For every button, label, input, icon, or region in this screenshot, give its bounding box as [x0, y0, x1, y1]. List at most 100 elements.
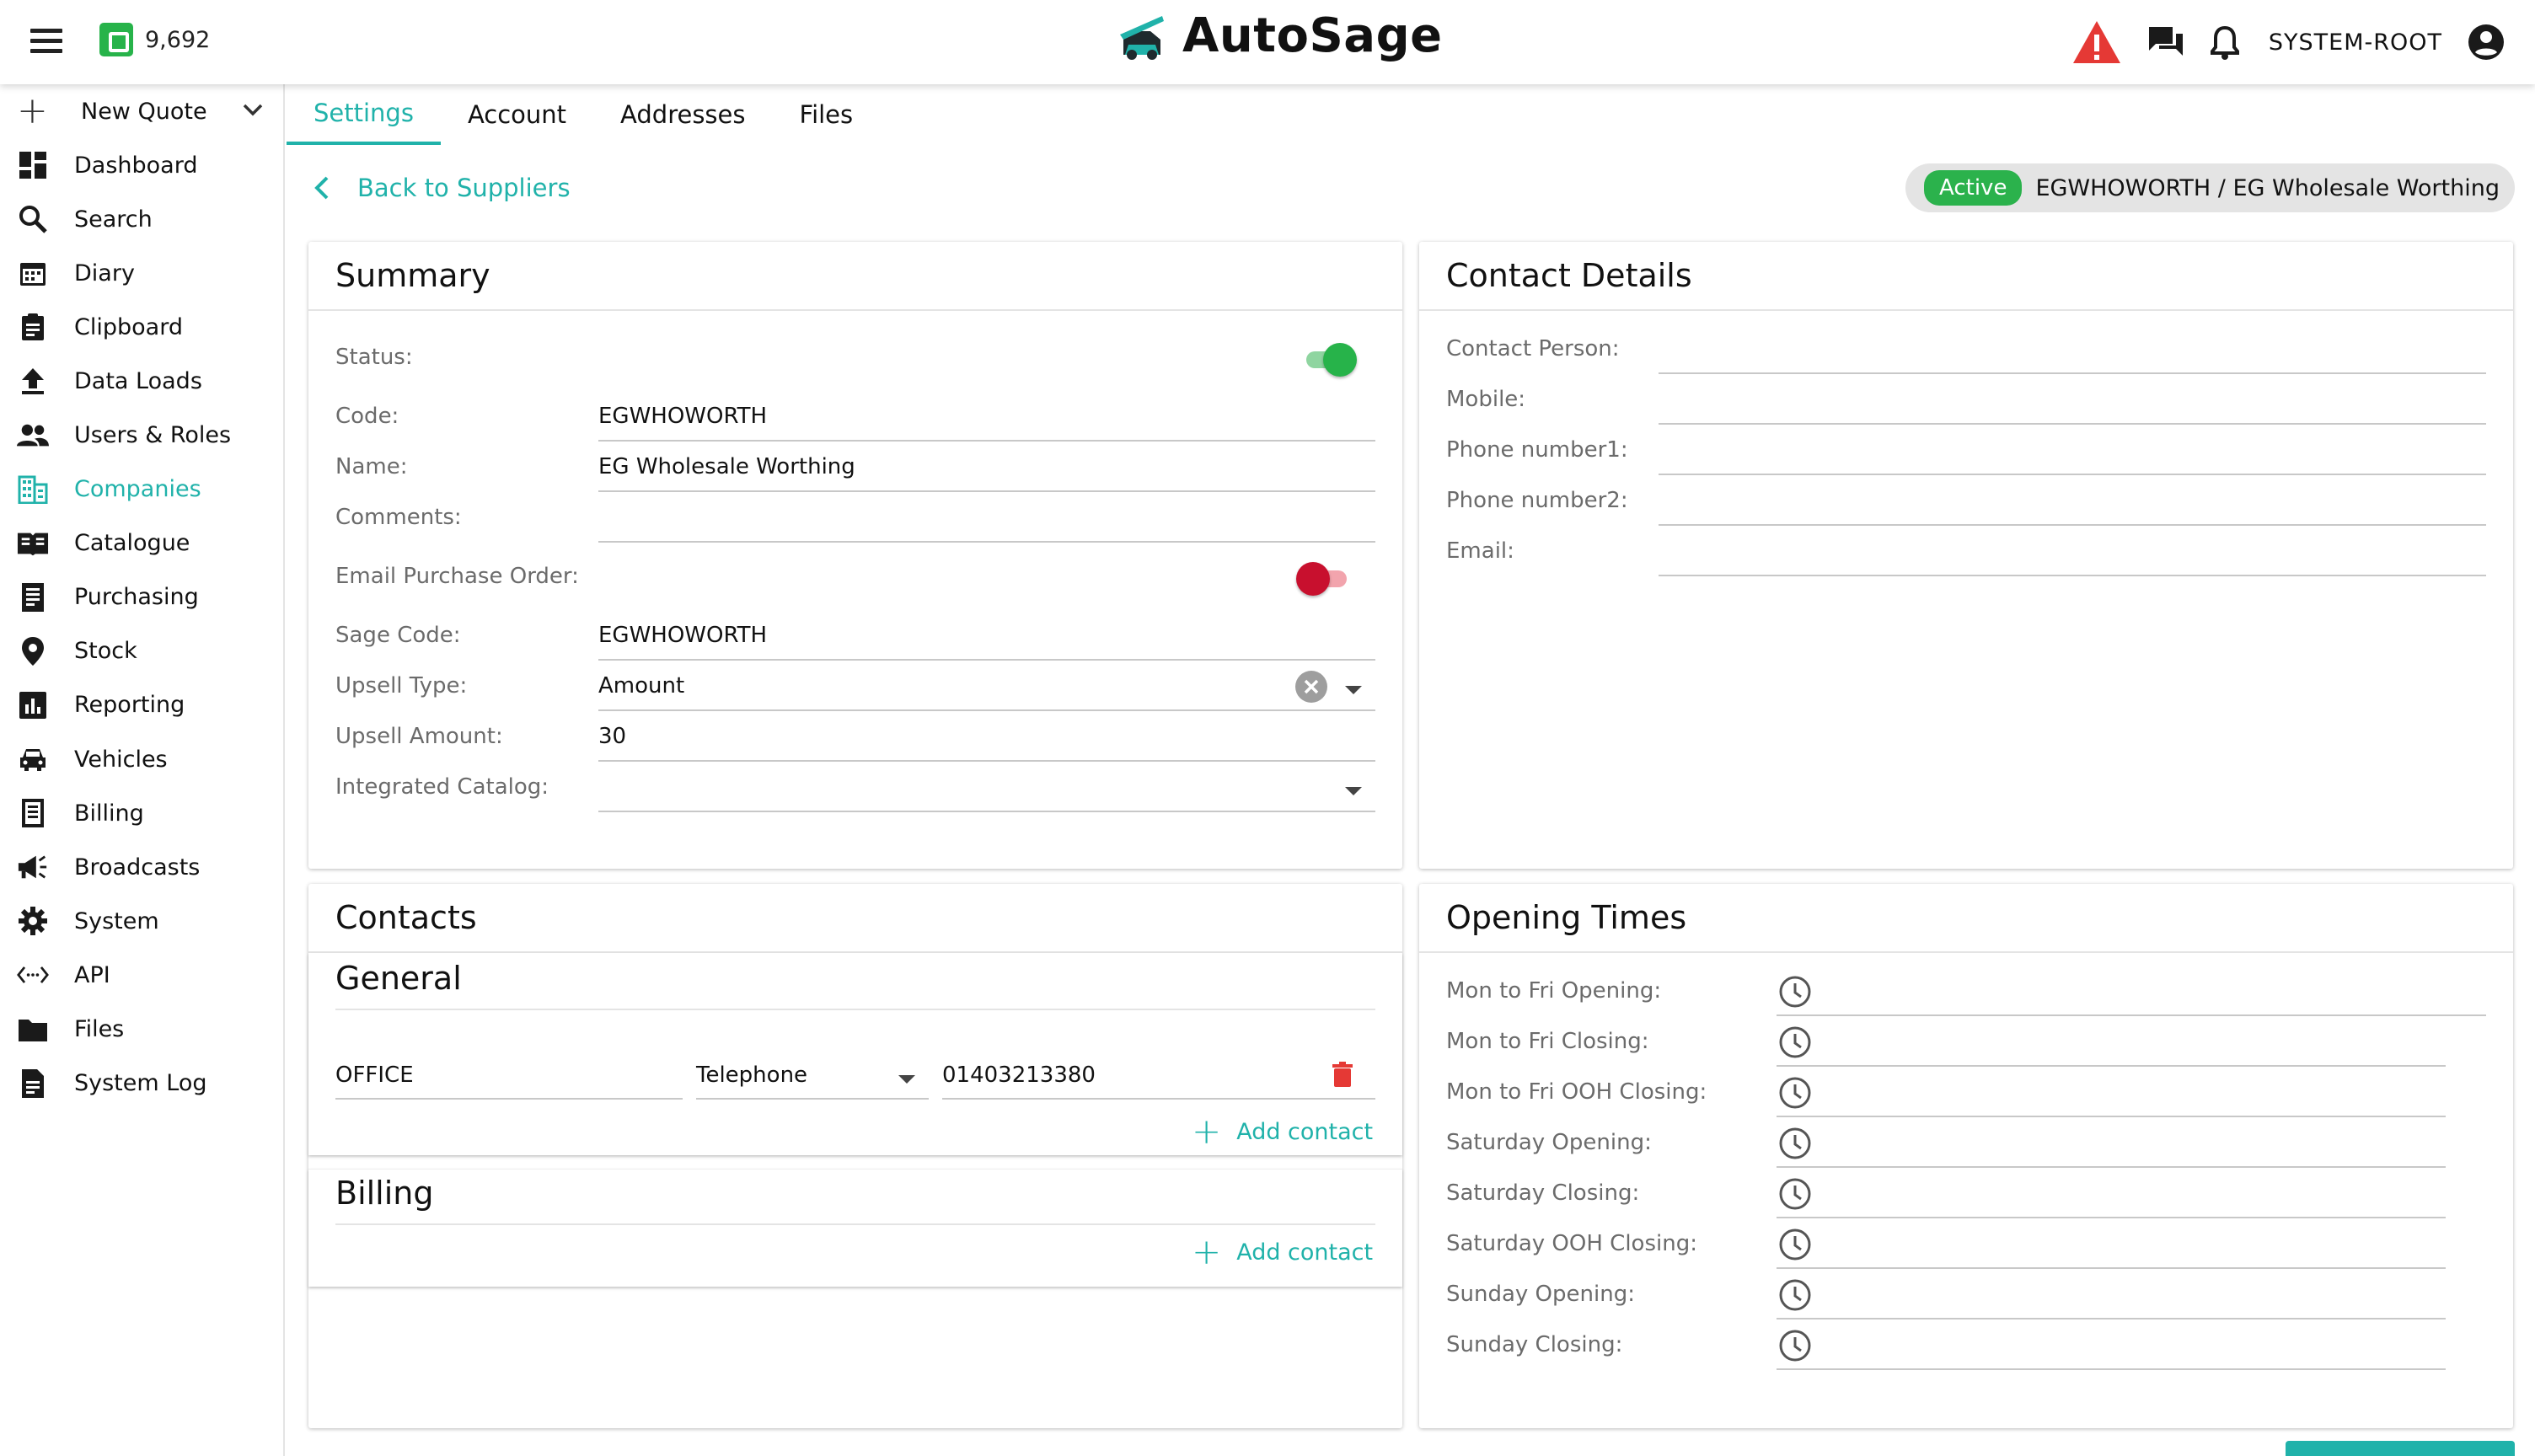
sidebar-item-companies[interactable]: Companies: [0, 463, 285, 517]
alert-icon[interactable]: [2071, 19, 2122, 65]
clipboard-icon: [17, 311, 49, 343]
dropdown-arrow-icon[interactable]: [897, 1071, 917, 1088]
sage-code-underline: [598, 659, 1375, 661]
delete-icon[interactable]: [1332, 1061, 1353, 1088]
upsell-type-select[interactable]: Amount: [598, 673, 684, 699]
sidebar-item-stock[interactable]: Stock: [0, 624, 285, 678]
sidebar-item-system-log[interactable]: System Log: [0, 1057, 285, 1111]
clock-icon[interactable]: [1778, 1177, 1812, 1211]
dropdown-arrow-icon[interactable]: [1343, 682, 1364, 699]
email-purchase-order-label: Email Purchase Order:: [335, 564, 579, 589]
upsell-amount-field[interactable]: 30: [598, 724, 626, 749]
tab-addresses[interactable]: Addresses: [593, 84, 772, 145]
menu-icon[interactable]: [30, 29, 66, 56]
clock-icon[interactable]: [1778, 1329, 1812, 1362]
chevron-down-icon[interactable]: [239, 96, 266, 123]
phone-number1-field[interactable]: [1659, 437, 2486, 468]
saturday-opening-field[interactable]: [1822, 1130, 2446, 1160]
phone-number2-field[interactable]: [1659, 488, 2486, 518]
sidebar-item-api[interactable]: API: [0, 948, 285, 1002]
sidebar-item-system[interactable]: System: [0, 894, 285, 948]
sidebar-item-label: Companies: [74, 476, 201, 503]
status-label: Status:: [335, 345, 413, 370]
billing-title: Billing: [335, 1175, 434, 1212]
sidebar-item-data-loads[interactable]: Data Loads: [0, 354, 285, 408]
clock-icon[interactable]: [1778, 1228, 1812, 1261]
add-contact-button[interactable]: + Add contact: [1192, 1114, 1373, 1149]
sidebar-item-label: Purchasing: [74, 584, 199, 611]
mon-fri-ooh-closing-label: Mon to Fri OOH Closing:: [1446, 1079, 1707, 1105]
contact-type-select[interactable]: Telephone: [696, 1063, 807, 1088]
status-toggle[interactable]: [1301, 341, 1357, 377]
clock-icon[interactable]: [1778, 1127, 1812, 1160]
mon-fri-closing-field[interactable]: [1822, 1029, 2446, 1059]
dropdown-arrow-icon[interactable]: [1343, 783, 1364, 800]
calendar-icon: [17, 257, 49, 289]
sidebar-item-label: Data Loads: [74, 367, 202, 394]
user-name[interactable]: SYSTEM-ROOT: [2269, 29, 2442, 56]
contact-person-field[interactable]: [1659, 336, 2486, 367]
sidebar-item-files[interactable]: Files: [0, 1003, 285, 1057]
account-circle-icon[interactable]: [2468, 24, 2505, 61]
integrated-catalog-label: Integrated Catalog:: [335, 774, 549, 800]
sidebar-item-catalogue[interactable]: Catalogue: [0, 517, 285, 570]
contact-name-field[interactable]: OFFICE: [335, 1063, 414, 1088]
sunday-opening-label: Sunday Opening:: [1446, 1282, 1635, 1307]
book-icon: [17, 527, 49, 559]
comments-field[interactable]: [598, 505, 1375, 538]
sidebar-item-dashboard[interactable]: Dashboard: [0, 138, 285, 192]
clock-icon[interactable]: [1778, 1025, 1812, 1059]
sidebar-item-diary[interactable]: Diary: [0, 246, 285, 300]
sunday-opening-field[interactable]: [1822, 1282, 2446, 1312]
tab-files[interactable]: Files: [773, 84, 881, 145]
plus-icon: +: [1192, 1231, 1222, 1272]
comments-label: Comments:: [335, 505, 462, 530]
summary-title: Summary: [335, 257, 490, 294]
mobile-field[interactable]: [1659, 387, 2486, 417]
app-logo[interactable]: AutoSage: [1117, 8, 1443, 63]
mon-fri-opening-underline: [1777, 1014, 2486, 1016]
clock-icon[interactable]: [1778, 975, 1812, 1009]
contact-value-field[interactable]: 01403213380: [942, 1063, 1096, 1088]
name-field[interactable]: EG Wholesale Worthing: [598, 454, 855, 479]
saturday-ooh-closing-label: Saturday OOH Closing:: [1446, 1231, 1697, 1256]
sidebar-item-broadcasts[interactable]: Broadcasts: [0, 840, 285, 894]
sage-code-field[interactable]: EGWHOWORTH: [598, 623, 767, 648]
sunday-closing-field[interactable]: [1822, 1332, 2446, 1362]
sidebar-item-search[interactable]: Search: [0, 192, 285, 246]
sidebar-item-reporting[interactable]: Reporting: [0, 678, 285, 732]
billing-add-contact-button[interactable]: + Add contact: [1192, 1231, 1373, 1272]
saturday-ooh-closing-field[interactable]: [1822, 1231, 2446, 1261]
saturday-closing-field[interactable]: [1822, 1180, 2446, 1211]
mon-fri-opening-field[interactable]: [1822, 978, 2486, 1009]
mon-fri-opening-label: Mon to Fri Opening:: [1446, 978, 1662, 1004]
clock-icon[interactable]: [1778, 1278, 1812, 1312]
code-field[interactable]: EGWHOWORTH: [598, 404, 767, 429]
email-label: Email:: [1446, 538, 1514, 564]
billing-contacts-section: Billing + Add contact: [308, 1169, 1402, 1287]
bell-icon[interactable]: [2210, 24, 2240, 60]
integrated-catalog-select[interactable]: [598, 774, 1332, 808]
sidebar-item-billing[interactable]: Billing: [0, 786, 285, 840]
new-quote-button[interactable]: + New Quote: [17, 93, 270, 130]
tab-bar: Settings Account Addresses Files: [287, 84, 880, 145]
back-to-suppliers-link[interactable]: Back to Suppliers: [312, 174, 571, 202]
sidebar-item-clipboard[interactable]: Clipboard: [0, 300, 285, 354]
email-purchase-order-toggle[interactable]: [1296, 560, 1347, 596]
sidebar-item-purchasing[interactable]: Purchasing: [0, 570, 285, 624]
clear-icon[interactable]: [1294, 670, 1328, 704]
credit-balance[interactable]: 9,692: [99, 23, 210, 56]
sidebar-item-users-roles[interactable]: Users & Roles: [0, 408, 285, 462]
back-label: Back to Suppliers: [357, 174, 571, 202]
clock-icon[interactable]: [1778, 1076, 1812, 1110]
sidebar-item-vehicles[interactable]: Vehicles: [0, 732, 285, 786]
email-field[interactable]: [1659, 538, 2486, 569]
summary-card: Summary Status: Code: EGWHOWORTH Name: E…: [308, 242, 1402, 869]
mon-fri-ooh-closing-field[interactable]: [1822, 1079, 2446, 1110]
billing-divider: [335, 1223, 1375, 1225]
saturday-opening-label: Saturday Opening:: [1446, 1130, 1652, 1155]
tab-account[interactable]: Account: [441, 84, 593, 145]
chat-icon[interactable]: [2147, 25, 2184, 59]
tab-settings[interactable]: Settings: [287, 84, 441, 145]
save-button[interactable]: [2286, 1441, 2515, 1456]
